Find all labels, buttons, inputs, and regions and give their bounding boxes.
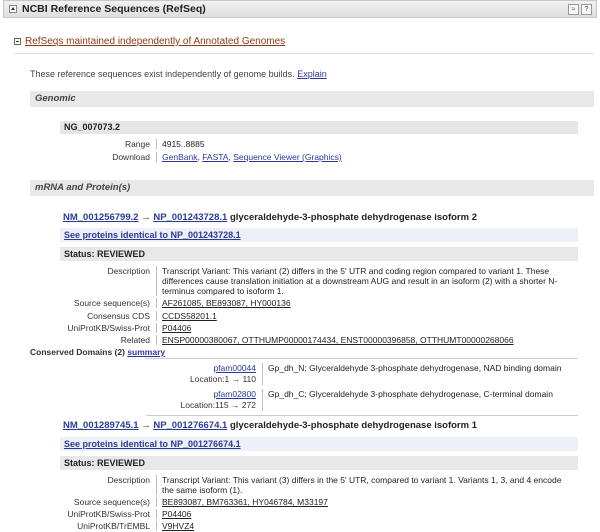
related-row: Related ENSP00000380067, OTTHUMP00000174…: [62, 335, 562, 345]
ccds-row: Consensus CDS CCDS58201.1: [62, 311, 562, 321]
source-links[interactable]: AF261085, BE893087, HY000136: [157, 298, 562, 308]
related-label: Related: [62, 335, 157, 345]
expand-icon[interactable]: ≈: [568, 3, 579, 15]
description-value: Transcript Variant: This variant (3) dif…: [162, 475, 562, 495]
mrna-header: mRNA and Protein(s): [30, 180, 594, 196]
trembl-label: UniProtKB/TrEMBL: [62, 521, 157, 531]
domain-description: Gp_dh_N; Glyceraldehyde 3-phosphate dehy…: [268, 363, 562, 373]
product-name: glyceraldehyde-3-phosphate dehydrogenase…: [229, 420, 478, 431]
description-row: Description Transcript Variant: This var…: [62, 475, 562, 495]
domain-description: Gp_dh_C; Glyceraldehyde 3-phosphate dehy…: [268, 389, 553, 399]
protein-accession-link[interactable]: NP_001276674.1: [153, 420, 227, 431]
domain-location: Location:1 → 110: [190, 374, 256, 384]
identical-proteins-bar: See proteins identical to NP_001243728.1: [60, 228, 578, 242]
genbank-link[interactable]: GenBank: [162, 152, 197, 162]
uniprot-label: UniProtKB/Swiss-Prot: [62, 323, 157, 333]
domain-key: pfam02800 Location:115 → 272: [146, 389, 263, 411]
uniprot-link[interactable]: P04406: [157, 509, 562, 519]
mrna-accession-link[interactable]: NM_001289745.1: [63, 420, 139, 431]
identical-proteins-link[interactable]: See proteins identical to NP_001243728.1: [64, 230, 241, 240]
source-label: Source sequence(s): [62, 497, 157, 507]
domains-table: pfam00044 Location:1 → 110 Gp_dh_N; Glyc…: [146, 358, 578, 416]
download-links: GenBank, FASTA, Sequence Viewer (Graphic…: [162, 152, 342, 162]
domain-row: pfam02800 Location:115 → 272 Gp_dh_C; Gl…: [146, 389, 578, 411]
sequence-viewer-link[interactable]: Sequence Viewer (Graphics): [233, 152, 342, 162]
product-line-1: NM_001256799.2 → NP_001243728.1 glyceral…: [63, 212, 477, 223]
source-links[interactable]: BE893087, BM763361, HY046784, M33197: [157, 497, 562, 507]
uniprot-label: UniProtKB/Swiss-Prot: [62, 509, 157, 519]
uniprot-row: UniProtKB/Swiss-Prot P04406: [62, 323, 562, 333]
collapse-minus-icon[interactable]: [14, 38, 21, 45]
pfam00044-link[interactable]: pfam00044: [213, 363, 256, 373]
mrna-accession-link[interactable]: NM_001256799.2: [63, 212, 139, 223]
subsection-link[interactable]: RefSeqs maintained independently of Anno…: [25, 36, 285, 47]
range-value: 4915..8885: [162, 139, 205, 149]
genomic-accession: NG_007073.2: [60, 121, 578, 134]
product-line-2: NM_001289745.1 → NP_001276674.1 glyceral…: [63, 420, 477, 431]
pfam02800-link[interactable]: pfam02800: [213, 389, 256, 399]
domain-key: pfam00044 Location:1 → 110: [146, 363, 263, 385]
source-label: Source sequence(s): [62, 298, 157, 308]
source-row: Source sequence(s) BE893087, BM763361, H…: [62, 497, 562, 507]
uniprot-row: UniProtKB/Swiss-Prot P04406: [62, 509, 562, 519]
subsection-header: RefSeqs maintained independently of Anno…: [14, 36, 285, 47]
section-title: NCBI Reference Sequences (RefSeq): [22, 3, 206, 15]
domains-summary-link[interactable]: summary: [127, 347, 165, 357]
download-label: Download: [62, 152, 157, 162]
ccds-link[interactable]: CCDS58201.1: [157, 311, 562, 321]
fasta-link[interactable]: FASTA: [202, 152, 228, 162]
genomic-header: Genomic: [30, 91, 594, 107]
arrow-icon: →: [141, 212, 151, 223]
trembl-row: UniProtKB/TrEMBL V9HVZ4: [62, 521, 562, 531]
description-row: Description Transcript Variant: This var…: [62, 266, 562, 296]
ccds-label: Consensus CDS: [62, 311, 157, 321]
related-links[interactable]: ENSP00000380067, OTTHUMP00000174434, ENS…: [157, 335, 562, 345]
identical-proteins-bar: See proteins identical to NP_001276674.1: [60, 437, 578, 451]
help-icon[interactable]: ?: [581, 3, 592, 15]
arrow-icon: →: [141, 420, 151, 431]
header-buttons: ≈ ?: [568, 3, 592, 15]
domains-row: Conserved Domains (2) summary: [30, 347, 165, 357]
status-bar: Status: REVIEWED: [60, 247, 578, 261]
description-label: Description: [62, 475, 157, 495]
explain-link[interactable]: Explain: [297, 69, 327, 79]
divider: [14, 53, 594, 54]
product-name: glyceraldehyde-3-phosphate dehydrogenase…: [229, 212, 478, 223]
protein-accession-link[interactable]: NP_001243728.1: [153, 212, 227, 223]
collapse-arrow-icon[interactable]: [9, 5, 17, 13]
description-label: Description: [62, 266, 157, 296]
trembl-link[interactable]: V9HVZ4: [157, 521, 562, 531]
range-row: Range 4915..8885: [62, 139, 205, 149]
intro-text: These reference sequences exist independ…: [30, 69, 327, 79]
description-value: Transcript Variant: This variant (2) dif…: [162, 266, 558, 296]
range-label: Range: [62, 139, 157, 149]
intro-sentence: These reference sequences exist independ…: [30, 69, 295, 79]
domain-location: Location:115 → 272: [180, 400, 256, 410]
uniprot-link[interactable]: P04406: [157, 323, 562, 333]
status-bar: Status: REVIEWED: [60, 456, 578, 470]
section-header: NCBI Reference Sequences (RefSeq) ≈ ?: [3, 0, 597, 18]
identical-proteins-link[interactable]: See proteins identical to NP_001276674.1: [64, 439, 241, 449]
domains-label: Conserved Domains (2): [30, 347, 125, 357]
source-row: Source sequence(s) AF261085, BE893087, H…: [62, 298, 562, 308]
download-row: Download GenBank, FASTA, Sequence Viewer…: [62, 152, 342, 162]
domain-row: pfam00044 Location:1 → 110 Gp_dh_N; Glyc…: [146, 363, 578, 385]
